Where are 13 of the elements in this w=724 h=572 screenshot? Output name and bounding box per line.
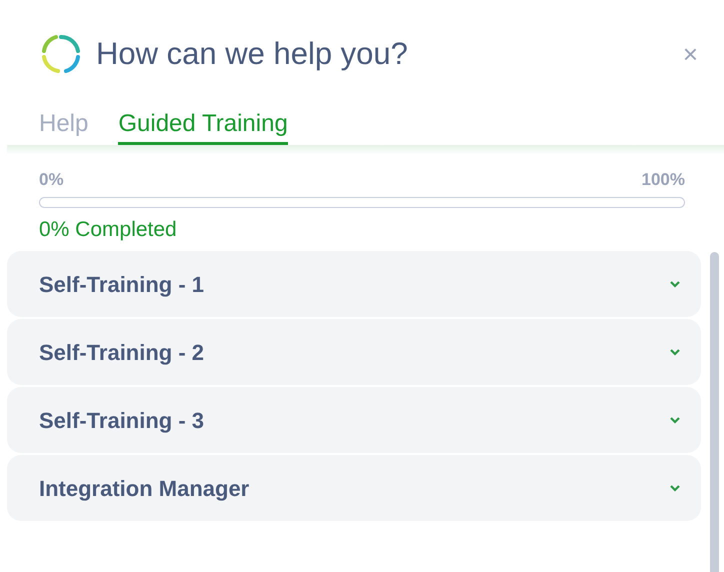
- chevron-icon: [669, 416, 681, 424]
- accordion-section[interactable]: Self-Training - 3: [7, 387, 701, 453]
- chevron-icon: [669, 280, 681, 288]
- chevron-icon: [669, 484, 681, 492]
- accordion-section[interactable]: Self-Training - 2: [7, 319, 701, 385]
- accordion-section[interactable]: Integration Manager: [7, 455, 701, 521]
- chevron-icon: [669, 348, 681, 356]
- progress-min-label: 0%: [39, 169, 64, 191]
- panel-title: How can we help you?: [96, 34, 408, 73]
- progress-status: 0% Completed: [39, 216, 178, 242]
- scrollbar[interactable]: [710, 252, 719, 572]
- progress-max-label: 100%: [642, 169, 685, 191]
- accordion-section[interactable]: Self-Training - 1: [7, 251, 701, 317]
